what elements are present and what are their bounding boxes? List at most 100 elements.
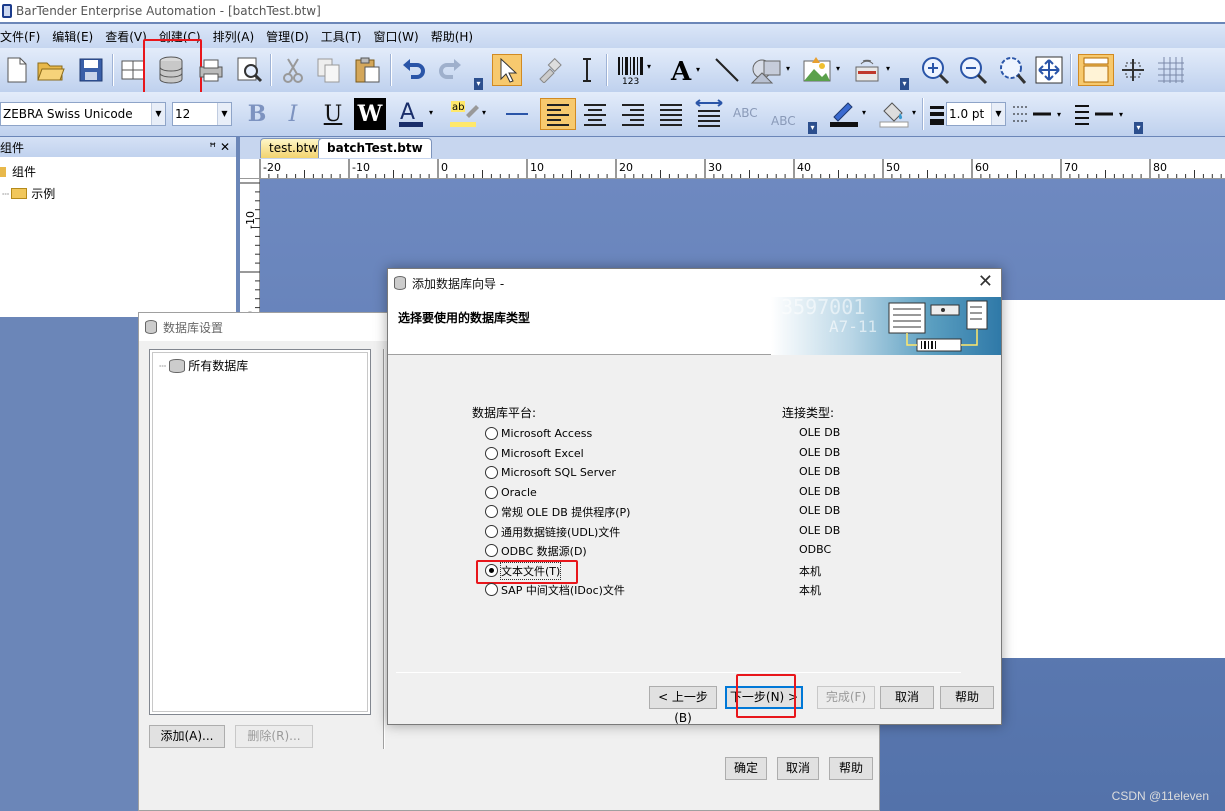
format-painter-icon[interactable] bbox=[534, 54, 564, 86]
reverse-text-icon[interactable]: W bbox=[354, 98, 386, 130]
full-screen-icon[interactable] bbox=[1034, 54, 1064, 86]
pin-icon[interactable]: ꟸ ✕ bbox=[209, 140, 230, 154]
paste-icon[interactable] bbox=[352, 54, 382, 86]
toolbar-options-icon-2[interactable]: ▾ bbox=[900, 78, 909, 90]
rfid-tool-icon[interactable]: ▾ bbox=[850, 54, 896, 86]
delete-database-button[interactable]: 删除(R)... bbox=[235, 725, 313, 748]
shape-tool-icon[interactable]: ▾ bbox=[748, 54, 798, 86]
menu-help[interactable]: 帮助(H) bbox=[425, 28, 479, 45]
text-cursor-icon[interactable] bbox=[572, 54, 602, 86]
database-tree[interactable]: ┄ 所有数据库 bbox=[149, 349, 371, 715]
wizard-cancel-button[interactable]: 取消 bbox=[880, 686, 934, 709]
print-preview-icon[interactable] bbox=[234, 54, 264, 86]
zoom-out-icon[interactable] bbox=[958, 54, 988, 86]
save-icon[interactable] bbox=[76, 54, 106, 86]
bold-icon[interactable]: B bbox=[242, 98, 272, 130]
radio-button[interactable] bbox=[485, 486, 498, 499]
cancel-button[interactable]: 取消 bbox=[777, 757, 819, 780]
zoom-in-icon[interactable] bbox=[920, 54, 950, 86]
copy-icon[interactable] bbox=[314, 54, 344, 86]
radio-button[interactable] bbox=[485, 427, 498, 440]
fit-text-icon[interactable] bbox=[694, 98, 724, 130]
menu-manage[interactable]: 管理(D) bbox=[260, 28, 315, 45]
option-sap-idoc[interactable]: SAP 中间文档(IDoc)文件 bbox=[485, 580, 625, 599]
border-style-icon[interactable]: ▾ bbox=[1072, 98, 1132, 130]
ruler-toggle-icon[interactable] bbox=[1078, 54, 1114, 86]
option-generic-ole-db[interactable]: 常规 OLE DB 提供程序(P) bbox=[485, 502, 630, 521]
ok-button[interactable]: 确定 bbox=[725, 757, 767, 780]
add-database-button[interactable]: 添加(A)... bbox=[149, 725, 225, 748]
redo-icon[interactable] bbox=[436, 54, 466, 86]
line-width-combo[interactable]: 1.0 pt ▼ bbox=[946, 102, 1006, 126]
zoom-fit-icon[interactable] bbox=[996, 54, 1026, 86]
text-tool-icon[interactable]: A ▾ bbox=[666, 54, 708, 86]
italic-icon[interactable]: I bbox=[278, 98, 308, 130]
line-weight-icon[interactable] bbox=[928, 98, 946, 130]
font-size-combo[interactable]: 12 ▼ bbox=[172, 102, 232, 126]
tree-item-components[interactable]: 组件 bbox=[0, 163, 36, 180]
radio-button[interactable] bbox=[485, 505, 498, 518]
tab-test[interactable]: test.btw bbox=[260, 138, 327, 158]
grid-toggle-icon[interactable] bbox=[1156, 54, 1186, 86]
toolbar-options-icon-3[interactable]: ▾ bbox=[808, 122, 817, 134]
underline-icon[interactable]: U bbox=[318, 98, 348, 130]
snap-guides-icon[interactable] bbox=[1118, 54, 1148, 86]
line-color-icon[interactable]: ▾ bbox=[826, 98, 872, 130]
back-button[interactable]: < 上一步(B) bbox=[649, 686, 717, 725]
horizontal-line-icon[interactable] bbox=[502, 98, 532, 130]
svg-text:▾: ▾ bbox=[836, 64, 840, 73]
new-file-icon[interactable] bbox=[2, 54, 32, 86]
radio-button[interactable] bbox=[485, 447, 498, 460]
menu-window[interactable]: 窗口(W) bbox=[367, 28, 424, 45]
cut-icon[interactable] bbox=[278, 54, 308, 86]
radio-button[interactable] bbox=[485, 544, 498, 557]
close-icon[interactable]: ✕ bbox=[978, 271, 993, 292]
menu-arrange[interactable]: 排列(A) bbox=[207, 28, 261, 45]
open-folder-icon[interactable] bbox=[36, 54, 66, 86]
align-center-icon[interactable] bbox=[580, 98, 610, 130]
align-left-icon[interactable] bbox=[540, 98, 576, 130]
barcode-tool-icon[interactable]: 123 ▾ bbox=[614, 54, 658, 86]
tree-item-example[interactable]: ┄ 示例 bbox=[2, 185, 55, 202]
tab-batchtest[interactable]: batchTest.btw bbox=[318, 138, 432, 158]
radio-button[interactable] bbox=[485, 466, 498, 479]
menu-tools[interactable]: 工具(T) bbox=[315, 28, 368, 45]
chevron-down-icon[interactable]: ▼ bbox=[991, 103, 1005, 125]
picture-tool-icon[interactable]: ▾ bbox=[800, 54, 846, 86]
option-sql-server[interactable]: Microsoft SQL Server bbox=[485, 463, 616, 482]
add-database-wizard: 添加数据库向导 - ✕ 选择要使用的数据库类型 3597001 A7-11 数据… bbox=[387, 268, 1002, 725]
arc-text-icon[interactable]: ABC bbox=[732, 98, 762, 130]
radio-button[interactable] bbox=[485, 525, 498, 538]
label-template[interactable] bbox=[990, 300, 1225, 658]
option-microsoft-excel[interactable]: Microsoft Excel bbox=[485, 444, 584, 463]
option-microsoft-access[interactable]: Microsoft Access bbox=[485, 424, 592, 443]
chevron-down-icon[interactable]: ▼ bbox=[217, 103, 231, 125]
undo-icon[interactable] bbox=[398, 54, 428, 86]
align-right-icon[interactable] bbox=[618, 98, 648, 130]
line-tool-icon[interactable] bbox=[712, 54, 742, 86]
toolbar-options-icon-4[interactable]: ▾ bbox=[1134, 122, 1143, 134]
line-style-icon[interactable]: ▾ bbox=[1010, 98, 1070, 130]
menu-edit[interactable]: 编辑(E) bbox=[46, 28, 99, 45]
radio-button[interactable] bbox=[485, 583, 498, 596]
wizard-help-button[interactable]: 帮助 bbox=[940, 686, 994, 709]
highlight-color-icon[interactable]: ab ▾ bbox=[446, 98, 492, 130]
folder-icon bbox=[11, 188, 28, 199]
select-pointer-icon[interactable] bbox=[492, 54, 522, 86]
font-name-combo[interactable]: ZEBRA Swiss Unicode ▼ bbox=[0, 102, 166, 126]
tree-item-all-databases[interactable]: ┄ 所有数据库 bbox=[159, 357, 248, 374]
fill-color-icon[interactable]: ▾ bbox=[876, 98, 922, 130]
chevron-down-icon[interactable]: ▼ bbox=[151, 103, 165, 125]
option-udl-file[interactable]: 通用数据链接(UDL)文件 bbox=[485, 522, 620, 541]
help-button[interactable]: 帮助 bbox=[829, 757, 873, 780]
vertical-text-icon[interactable]: ABC bbox=[768, 98, 802, 130]
font-color-icon[interactable]: A ▾ bbox=[396, 98, 440, 130]
toolbar-options-icon[interactable]: ▾ bbox=[474, 78, 483, 90]
justify-icon[interactable] bbox=[656, 98, 686, 130]
finish-button[interactable]: 完成(F) bbox=[817, 686, 875, 709]
print-icon[interactable] bbox=[196, 54, 226, 86]
option-oracle[interactable]: Oracle bbox=[485, 483, 537, 502]
option-odbc[interactable]: ODBC 数据源(D) bbox=[485, 541, 587, 560]
menu-file[interactable]: 文件(F) bbox=[0, 28, 46, 45]
platform-column-header: 数据库平台: bbox=[472, 406, 537, 420]
